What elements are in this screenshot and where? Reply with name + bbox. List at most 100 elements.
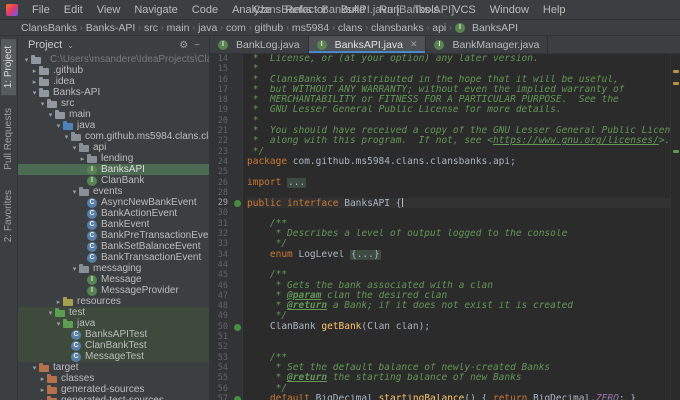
menu-view[interactable]: View <box>90 3 128 17</box>
menu-analyze[interactable]: Analyze <box>225 3 278 17</box>
breadcrumb-item-clansbanks[interactable]: ClansBanks <box>20 22 78 34</box>
editor-tab-banksapi-java[interactable]: I BanksAPI.java ✕ <box>308 36 427 53</box>
breadcrumb-item-clans[interactable]: clans <box>337 22 364 34</box>
chevron-down-icon[interactable]: ▾ <box>70 265 79 273</box>
chevron-right-icon[interactable]: ▸ <box>78 155 87 163</box>
tree-item-clanbanktest[interactable]: C ClanBankTest <box>18 340 209 351</box>
code-line-49[interactable]: 49 */ <box>210 311 670 322</box>
tool-window-button-1-project[interactable]: 1: Project <box>1 39 16 96</box>
tool-window-button-2-favorites[interactable]: 2: Favorites <box>1 183 16 249</box>
chevron-right-icon[interactable]: ▸ <box>38 375 47 383</box>
code-line-45[interactable]: 45 /** <box>210 270 670 281</box>
chevron-down-icon[interactable]: ▾ <box>54 122 63 130</box>
tree-item-lending[interactable]: ▸ lending <box>18 153 209 164</box>
chevron-right-icon[interactable]: ▸ <box>38 386 47 394</box>
code-area[interactable]: 14 * License, or (at your option) any la… <box>210 54 680 400</box>
chevron-down-icon[interactable]: ▾ <box>70 144 79 152</box>
editor-tab-banklog-java[interactable]: I BankLog.java <box>210 36 309 53</box>
breadcrumb-item-java[interactable]: java <box>197 22 218 34</box>
chevron-down-icon[interactable]: ▾ <box>46 111 55 119</box>
code-line-31[interactable]: 31 /** <box>210 218 670 230</box>
menu-vcs[interactable]: VCS <box>446 3 483 17</box>
breadcrumb-item-main[interactable]: main <box>166 22 191 34</box>
breadcrumb-item-github[interactable]: github <box>254 22 285 34</box>
chevron-right-icon[interactable]: ▸ <box>38 397 47 400</box>
tree-item-generated-sources[interactable]: ▸ generated-sources <box>18 384 209 395</box>
code-line-26[interactable]: 26 import ... <box>210 177 670 188</box>
tree-item-banks-api[interactable]: ▾ Banks-API <box>18 87 209 98</box>
code-line-55[interactable]: 55 * @return the starting balance of new… <box>210 373 670 384</box>
tree-item-java[interactable]: ▾ java <box>18 318 209 329</box>
chevron-down-icon[interactable]: ▾ <box>30 89 39 97</box>
code-line-33[interactable]: 33 */ <box>210 239 670 250</box>
code-line-16[interactable]: 16 * ClansBanks is distributed in the ho… <box>210 74 670 85</box>
implemented-marker-icon[interactable] <box>234 200 241 208</box>
implemented-marker-icon[interactable] <box>234 323 241 331</box>
hide-panel-icon[interactable]: − <box>191 40 203 51</box>
implemented-marker-icon[interactable] <box>234 395 241 400</box>
tree-item-src[interactable]: ▾ src <box>18 98 209 109</box>
code-line-47[interactable]: 47 * @param clan the desired clan <box>210 290 670 302</box>
code-line-25[interactable]: 25 <box>210 167 670 178</box>
tree-item-banktransactionevent[interactable]: C BankTransactionEvent <box>18 252 209 263</box>
chevron-down-icon[interactable]: ▾ <box>22 56 31 64</box>
breadcrumb-item-banks-api[interactable]: Banks-API <box>85 22 137 34</box>
tree-item-asyncnewbankevent[interactable]: C AsyncNewBankEvent <box>18 197 209 208</box>
menu-file[interactable]: File <box>25 3 57 17</box>
menu-tools[interactable]: Tools <box>406 3 446 17</box>
chevron-down-icon[interactable]: ▾ <box>62 133 71 141</box>
code-line-53[interactable]: 53 /** <box>210 352 670 363</box>
menu-code[interactable]: Code <box>185 3 225 17</box>
tree-item-clanbank[interactable]: I ClanBank <box>18 175 209 186</box>
tree-item-target[interactable]: ▾ target <box>18 362 209 373</box>
code-line-48[interactable]: 48 * @return a Bank; if it does not exis… <box>210 301 670 312</box>
chevron-down-icon[interactable]: ▾ <box>70 188 79 196</box>
code-line-52[interactable]: 52 <box>210 342 670 353</box>
tree-item-bankactionevent[interactable]: C BankActionEvent <box>18 208 209 219</box>
editor-scrollbar[interactable] <box>670 54 680 400</box>
tree-item-messaging[interactable]: ▾ messaging <box>18 263 209 274</box>
code-line-29[interactable]: 29 public interface BanksAPI { <box>210 198 670 209</box>
tree-item-clansbanks[interactable]: ▾ClansBanksC:\Users\msandere\IdeaProject… <box>18 54 209 65</box>
menu-build[interactable]: Build <box>334 3 372 17</box>
project-panel-title[interactable]: Project <box>28 39 62 51</box>
breadcrumb-item-com[interactable]: com <box>225 22 247 34</box>
tree-item-banksapi[interactable]: I BanksAPI <box>18 164 209 175</box>
settings-gear-icon[interactable]: ⚙ <box>176 40 191 51</box>
code-line-23[interactable]: 23 */ <box>210 146 670 157</box>
chevron-right-icon[interactable]: ▸ <box>54 298 63 306</box>
breadcrumb-item-banksapi[interactable]: I BanksAPI <box>454 22 519 34</box>
breadcrumb-item-ms5984[interactable]: ms5984 <box>291 22 330 34</box>
editor-tab-bankmanager-java[interactable]: I BankManager.java <box>426 36 549 53</box>
tree-item-bankevent[interactable]: C BankEvent <box>18 219 209 230</box>
menu-refactor[interactable]: Refactor <box>278 3 334 17</box>
code-line-28[interactable]: 28 <box>210 187 670 199</box>
code-line-24[interactable]: 24 package com.github.ms5984.clans.clansb… <box>210 156 670 168</box>
code-line-20[interactable]: 20 * <box>210 115 670 127</box>
menu-help[interactable]: Help <box>536 3 573 17</box>
code-line-44[interactable]: 44 <box>210 259 670 271</box>
tree-item-messageprovider[interactable]: I MessageProvider <box>18 285 209 296</box>
chevron-right-icon[interactable]: ▸ <box>30 67 39 75</box>
tree-item-com-github-ms5984-clans-clansbanks[interactable]: ▾ com.github.ms5984.clans.clansbanks <box>18 131 209 142</box>
tree-item-github[interactable]: ▸ .github <box>18 65 209 76</box>
code-line-32[interactable]: 32 * Describes a level of output logged … <box>210 229 670 240</box>
chevron-down-icon[interactable]: ▾ <box>30 364 39 372</box>
chevron-down-icon[interactable]: ▾ <box>38 100 47 108</box>
code-line-21[interactable]: 21 * You should have received a copy of … <box>210 126 670 137</box>
code-line-46[interactable]: 46 * Gets the bank associated with a cla… <box>210 280 670 291</box>
breadcrumb-item-src[interactable]: src <box>143 22 159 34</box>
chevron-right-icon[interactable]: ▸ <box>30 78 39 86</box>
code-line-17[interactable]: 17 * but WITHOUT ANY WARRANTY; without e… <box>210 84 670 96</box>
tree-item-bankpretransactionevent[interactable]: C BankPreTransactionEvent <box>18 230 209 241</box>
chevron-down-icon[interactable]: ▾ <box>46 309 55 317</box>
tree-item-message[interactable]: I Message <box>18 274 209 285</box>
breadcrumb-item-api[interactable]: api <box>431 22 447 34</box>
menu-navigate[interactable]: Navigate <box>127 3 184 17</box>
code-line-22[interactable]: 22 * along with this program. If not, se… <box>210 136 670 147</box>
tree-item-banksetbalanceevent[interactable]: C BankSetBalanceEvent <box>18 241 209 252</box>
tree-item-resources[interactable]: ▸ resources <box>18 296 209 307</box>
tree-item-banksapitest[interactable]: C BanksAPITest <box>18 329 209 340</box>
code-line-15[interactable]: 15 * <box>210 64 670 75</box>
menu-window[interactable]: Window <box>483 3 536 17</box>
